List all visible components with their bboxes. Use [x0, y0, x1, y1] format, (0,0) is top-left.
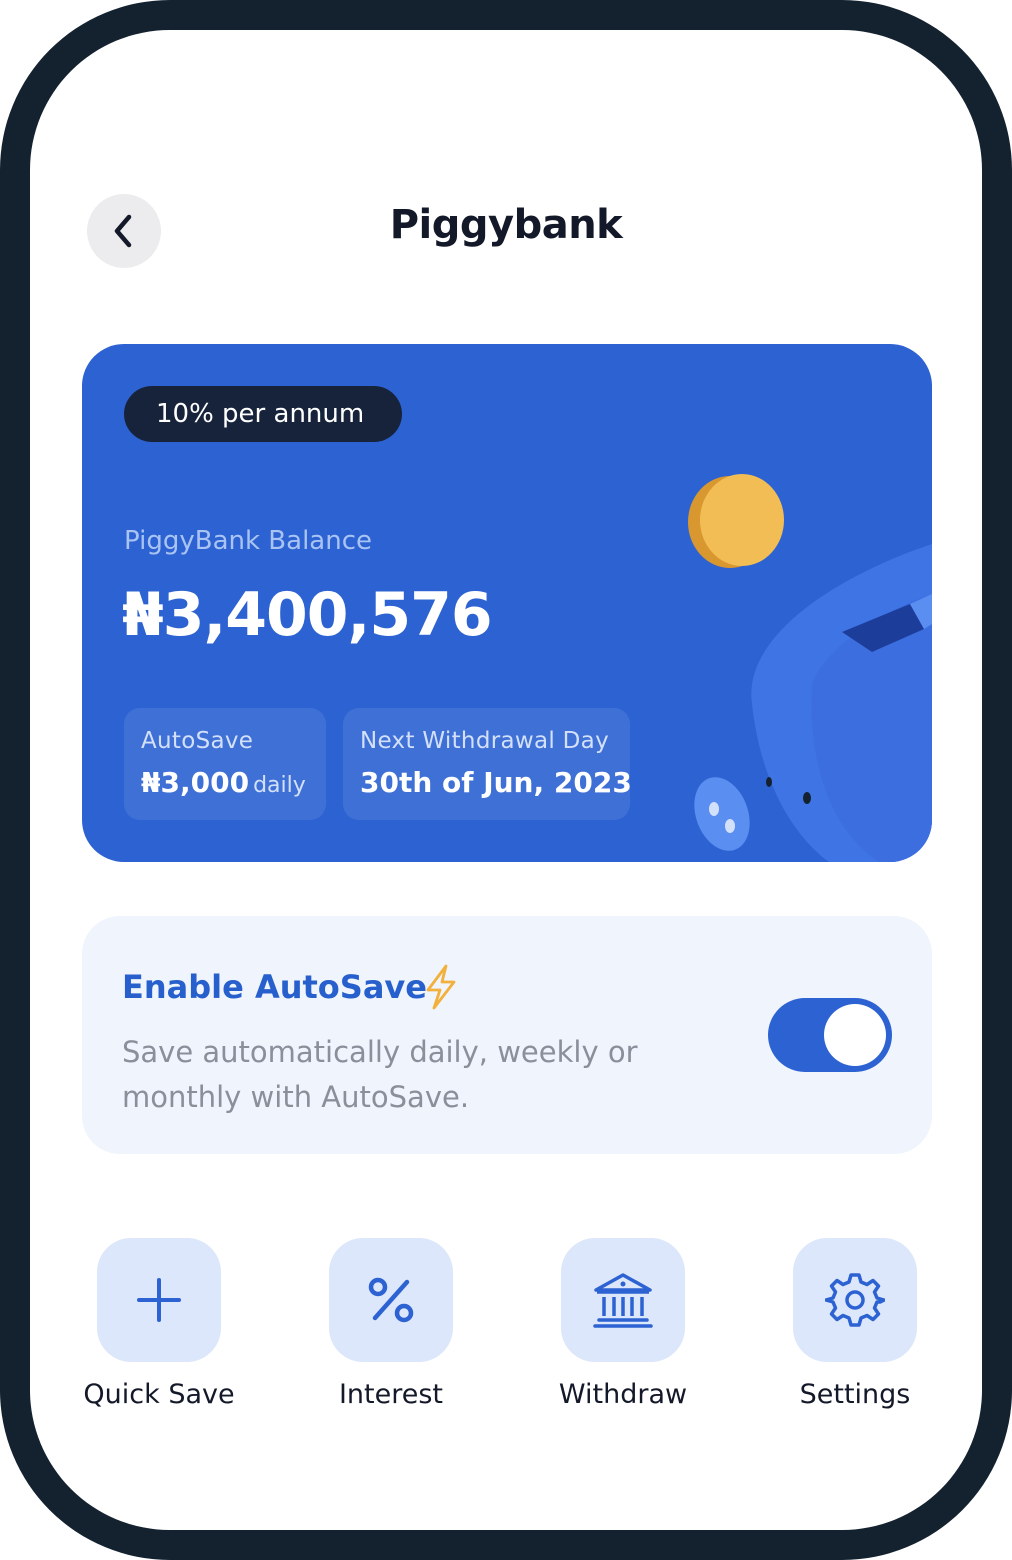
withdraw-label: Withdraw: [558, 1379, 688, 1410]
next-withdrawal-date: 30th of Jun, 2023: [360, 766, 632, 799]
gear-icon: [825, 1273, 885, 1327]
interest-rate-badge: 10% per annum: [124, 386, 403, 442]
autosave-info-value: ₦3,000 daily: [141, 766, 309, 799]
action-interest[interactable]: Interest: [281, 1238, 501, 1410]
quick-save-label: Quick Save: [83, 1379, 235, 1410]
action-quick-save[interactable]: Quick Save: [49, 1238, 269, 1410]
interest-button[interactable]: [329, 1238, 453, 1362]
autosave-setting-description: Save automatically daily, weekly or mont…: [122, 1035, 638, 1114]
next-withdrawal-box: Next Withdrawal Day 30th of Jun, 2023: [343, 708, 632, 820]
quick-save-button[interactable]: [97, 1238, 221, 1362]
autosave-toggle[interactable]: [768, 998, 892, 1072]
phone-frame: Piggybank 10% per annum PiggyBank Balanc…: [0, 0, 1012, 1560]
settings-label: Settings: [799, 1379, 911, 1410]
page-title: Piggybank: [389, 202, 623, 248]
percent-icon: [368, 1277, 414, 1323]
balance-card: 10% per annum PiggyBank Balance ₦3,400,5…: [82, 344, 932, 862]
bank-icon: [593, 1273, 653, 1328]
coin-icon: [700, 474, 784, 566]
autosave-setting-card: Enable AutoSave Save automatically daily…: [82, 916, 932, 1154]
lightning-icon: [426, 964, 456, 1010]
withdraw-button[interactable]: [561, 1238, 685, 1362]
toggle-knob: [824, 1004, 886, 1066]
autosave-info-label: AutoSave: [141, 728, 254, 754]
settings-button[interactable]: [793, 1238, 917, 1362]
next-withdrawal-label: Next Withdrawal Day: [360, 728, 609, 754]
app-screen: Piggybank 10% per annum PiggyBank Balanc…: [30, 30, 982, 1530]
piggybank-illustration: [688, 474, 932, 862]
action-withdraw[interactable]: Withdraw: [513, 1238, 733, 1410]
interest-label: Interest: [338, 1379, 444, 1410]
balance-label: PiggyBank Balance: [124, 526, 372, 556]
autosave-setting-title: Enable AutoSave: [122, 968, 427, 1006]
balance-amount: ₦3,400,576: [122, 580, 493, 650]
autosave-info-box: AutoSave ₦3,000 daily: [124, 708, 326, 820]
autosave-frequency: daily: [253, 773, 306, 798]
autosave-amount: ₦3,000: [141, 766, 250, 799]
action-settings[interactable]: Settings: [745, 1238, 965, 1410]
plus-icon: [137, 1278, 181, 1322]
